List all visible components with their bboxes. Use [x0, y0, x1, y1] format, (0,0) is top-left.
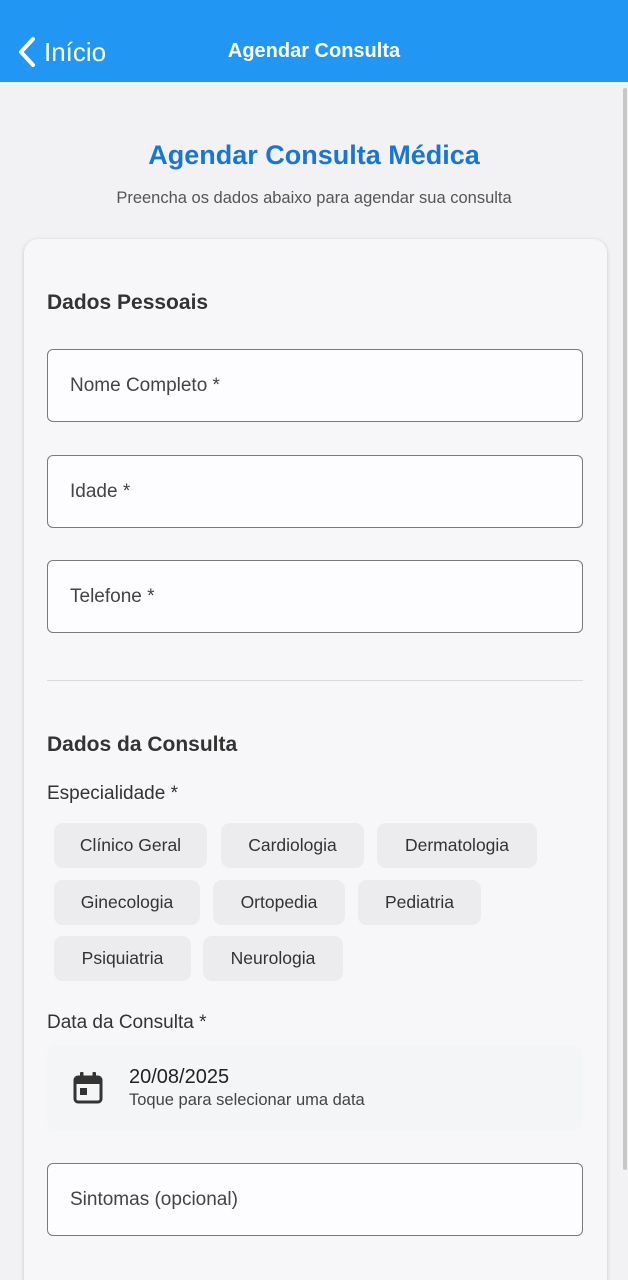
section-title-personal: Dados Pessoais	[47, 291, 209, 314]
phone-input[interactable]: Telefone *	[47, 560, 583, 633]
chip-dermatologia[interactable]: Dermatologia	[377, 823, 537, 868]
scrollbar[interactable]	[623, 88, 627, 1170]
calendar-icon	[73, 1072, 103, 1104]
chip-psiquiatria[interactable]: Psiquiatria	[54, 936, 191, 981]
age-placeholder: Idade *	[70, 480, 131, 502]
chip-ginecologia[interactable]: Ginecologia	[54, 880, 200, 925]
symptoms-input[interactable]: Sintomas (opcional)	[47, 1163, 583, 1236]
date-picker[interactable]: 20/08/2025 Toque para selecionar uma dat…	[47, 1046, 583, 1130]
chip-pediatria[interactable]: Pediatria	[358, 880, 481, 925]
date-value: 20/08/2025	[129, 1066, 230, 1088]
phone-placeholder: Telefone *	[70, 585, 155, 607]
page-title: Agendar Consulta Médica	[148, 140, 480, 170]
chip-cardiologia[interactable]: Cardiologia	[221, 823, 364, 868]
page-subtitle: Preencha os dados abaixo para agendar su…	[116, 189, 512, 207]
section-divider	[47, 680, 583, 681]
name-placeholder: Nome Completo *	[70, 374, 220, 396]
specialty-label: Especialidade *	[47, 783, 178, 804]
chip-ortopedia[interactable]: Ortopedia	[213, 880, 345, 925]
chip-clinico-geral[interactable]: Clínico Geral	[54, 823, 207, 868]
symptoms-placeholder: Sintomas (opcional)	[70, 1188, 238, 1210]
name-input[interactable]: Nome Completo *	[47, 349, 583, 422]
age-input[interactable]: Idade *	[47, 455, 583, 528]
section-title-appointment: Dados da Consulta	[47, 733, 238, 756]
date-label: Data da Consulta *	[47, 1012, 207, 1033]
date-hint: Toque para selecionar uma data	[129, 1091, 365, 1109]
nav-title: Agendar Consulta	[227, 40, 401, 62]
navigation-bar: Início Agendar Consulta	[0, 0, 628, 82]
chip-neurologia[interactable]: Neurologia	[203, 936, 343, 981]
